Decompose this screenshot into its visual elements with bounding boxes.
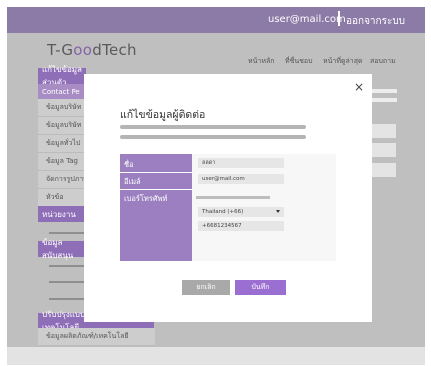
label-divider [120, 189, 192, 190]
modal-text-placeholder [120, 125, 306, 129]
modal-text-placeholder [120, 135, 306, 139]
brand-logo[interactable]: T-GoodTech [47, 41, 137, 59]
country-code-select[interactable]: Thailand (+66) [198, 207, 284, 217]
cancel-button[interactable]: ยกเลิก [182, 280, 230, 295]
edit-contact-modal: × แก้ไขข้อมูลผู้ติดต่อ ชื่อ อีเมล์ เบอร์… [84, 74, 372, 322]
logout-link[interactable]: ออกจากระบบ [346, 14, 405, 29]
nav-favorites[interactable]: ที่ชื่นชอบ [285, 56, 313, 67]
sidebar-item-product-data[interactable]: ข้อมูลผลิตภัณฑ์/เทคโนโลยี [38, 328, 155, 346]
name-field[interactable]: ลลดา [198, 158, 284, 168]
save-button[interactable]: บันทึก [235, 280, 286, 295]
label-divider [120, 172, 192, 173]
nav-home[interactable]: หน้าหลัก [248, 56, 274, 67]
user-email[interactable]: user@mail.com [268, 14, 346, 25]
sidebar-item-contact-person[interactable]: Contact Pe [38, 84, 84, 99]
nav-recent[interactable]: หน้าที่ดูล่าสุด [323, 56, 363, 67]
email-label: อีเมล์ [124, 177, 141, 186]
country-code-value: Thailand (+66) [202, 209, 244, 215]
sidebar-section-profile[interactable]: แก้ไขข้อมูลส่วนตัว [38, 65, 86, 87]
form-label-column: ชื่อ อีเมล์ เบอร์โทรศัพท์ [120, 154, 192, 261]
footer [7, 347, 425, 365]
name-label: ชื่อ [124, 160, 134, 169]
sidebar-section-support[interactable]: ข้อมูลสนับสนุน [38, 238, 84, 260]
chevron-down-icon [276, 210, 280, 213]
contact-form: ชื่อ อีเมล์ เบอร์โทรศัพท์ ลลดา user@mail… [120, 154, 336, 261]
topbar-divider [338, 11, 340, 26]
email-field[interactable]: user@mail.com [198, 174, 284, 184]
modal-title: แก้ไขข้อมูลผู้ติดต่อ [120, 109, 206, 121]
brand-prefix: T-G [47, 41, 74, 59]
nav-inquiry[interactable]: สอบถาม [370, 56, 396, 67]
phone-field[interactable]: +6681234567 [198, 221, 284, 231]
sidebar-section-agency[interactable]: หน่วยงาน [38, 206, 84, 222]
page-frame: user@mail.com ออกจากระบบ T-GoodTech หน้า… [7, 7, 425, 365]
phone-placeholder-line [196, 196, 270, 199]
brand-suffix: dTech [92, 41, 137, 59]
close-icon[interactable]: × [354, 80, 364, 94]
phone-label: เบอร์โทรศัพท์ [124, 194, 168, 203]
top-bar: user@mail.com ออกจากระบบ [7, 7, 425, 33]
brand-accent: oo [73, 41, 93, 59]
